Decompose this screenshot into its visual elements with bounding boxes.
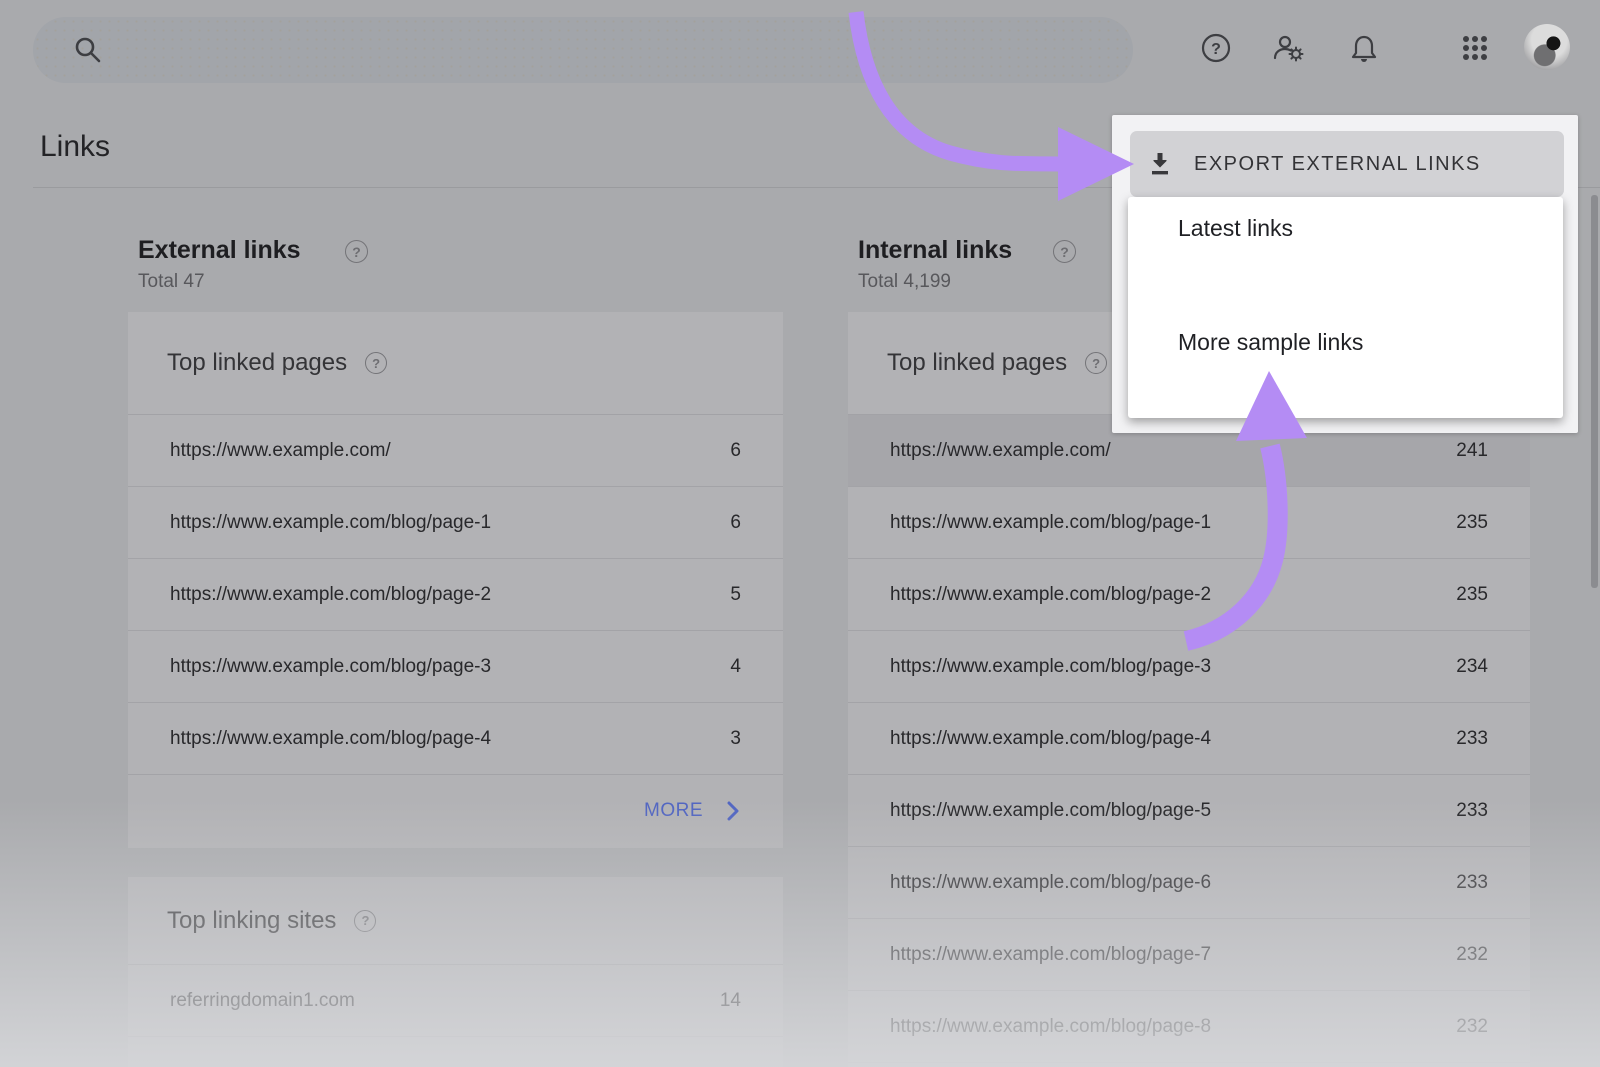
links-count: 233 xyxy=(1456,728,1488,750)
table-row[interactable]: https://www.example.com/blog/page-6 233 xyxy=(848,847,1530,919)
links-count: 6 xyxy=(730,512,741,534)
export-spotlight-panel: EXPORT EXTERNAL LINKS More sample links L… xyxy=(1112,115,1578,433)
table-row[interactable]: https://www.example.com/blog/page-1 6 xyxy=(128,487,783,559)
table-row[interactable]: https://www.example.com/blog/page-2 235 xyxy=(848,559,1530,631)
search-icon xyxy=(73,35,103,65)
linked-page-url: https://www.example.com/blog/page-4 xyxy=(170,728,491,750)
user-settings-button[interactable] xyxy=(1264,0,1312,96)
card-help-icon[interactable]: ? xyxy=(1085,352,1107,374)
bell-icon xyxy=(1348,32,1380,64)
table-row[interactable]: https://www.example.com/blog/page-2 5 xyxy=(128,559,783,631)
internal-rows: https://www.example.com/ 241 https://www… xyxy=(848,415,1530,1063)
links-count: 5 xyxy=(730,584,741,606)
avatar[interactable] xyxy=(1524,24,1570,70)
links-count: 232 xyxy=(1456,944,1488,966)
card-title: Top linking sites xyxy=(167,907,336,935)
table-row[interactable]: https://www.example.com/blog/page-1 235 xyxy=(848,487,1530,559)
linked-page-url: https://www.example.com/blog/page-3 xyxy=(890,656,1211,678)
linked-page-url: https://www.example.com/blog/page-7 xyxy=(890,944,1211,966)
linked-page-url: https://www.example.com/blog/page-3 xyxy=(170,656,491,678)
links-count: 4 xyxy=(730,656,741,678)
external-links-heading: External links xyxy=(138,236,301,265)
more-link[interactable]: MORE xyxy=(128,775,783,847)
internal-links-total: Total 4,199 xyxy=(858,271,951,293)
external-links-help-icon[interactable]: ? xyxy=(345,240,368,263)
links-count: 233 xyxy=(1456,872,1488,894)
links-count: 241 xyxy=(1456,440,1488,462)
help-icon: ? xyxy=(1200,32,1232,64)
linked-page-url: https://www.example.com/blog/page-1 xyxy=(890,512,1211,534)
card-header: Top linked pages ? xyxy=(128,312,783,415)
external-links-total: Total 47 xyxy=(138,271,205,293)
export-external-links-button[interactable]: EXPORT EXTERNAL LINKS xyxy=(1130,131,1564,197)
links-count: 6 xyxy=(730,440,741,462)
chevron-right-icon xyxy=(727,801,739,821)
linking-site-domain: referringdomain1.com xyxy=(170,990,355,1012)
svg-text:?: ? xyxy=(1211,41,1221,58)
help-button[interactable]: ? xyxy=(1192,0,1240,96)
linking-sites-rows: referringdomain1.com 14 xyxy=(128,965,783,1037)
table-row[interactable]: referringdomain1.com 14 xyxy=(128,965,783,1037)
user-settings-icon xyxy=(1271,31,1305,65)
links-count: 232 xyxy=(1456,1016,1488,1038)
export-dropdown-menu: More sample links Latest links xyxy=(1128,197,1563,418)
download-icon xyxy=(1146,150,1174,178)
table-row[interactable]: https://www.example.com/blog/page-5 233 xyxy=(848,775,1530,847)
card-title: Top linked pages xyxy=(167,349,347,377)
external-rows: https://www.example.com/ 6 https://www.e… xyxy=(128,415,783,775)
links-count: 3 xyxy=(730,728,741,750)
search-input[interactable] xyxy=(33,17,1133,83)
links-count: 235 xyxy=(1456,512,1488,534)
linked-page-url: https://www.example.com/ xyxy=(890,440,1111,462)
linked-page-url: https://www.example.com/ xyxy=(170,440,391,462)
table-row[interactable]: https://www.example.com/blog/page-4 233 xyxy=(848,703,1530,775)
linked-page-url: https://www.example.com/blog/page-2 xyxy=(170,584,491,606)
card-help-icon[interactable]: ? xyxy=(354,910,376,932)
table-row[interactable]: https://www.example.com/ 6 xyxy=(128,415,783,487)
linked-page-url: https://www.example.com/blog/page-4 xyxy=(890,728,1211,750)
export-menu-item[interactable]: More sample links xyxy=(1128,311,1563,373)
linked-page-url: https://www.example.com/blog/page-8 xyxy=(890,1016,1211,1038)
internal-links-help-icon[interactable]: ? xyxy=(1053,240,1076,263)
notifications-button[interactable] xyxy=(1340,0,1388,96)
linked-page-url: https://www.example.com/blog/page-6 xyxy=(890,872,1211,894)
scrollbar-thumb[interactable] xyxy=(1591,195,1598,588)
linked-page-url: https://www.example.com/blog/page-1 xyxy=(170,512,491,534)
top-linking-sites-card: Top linking sites ? referringdomain1.com… xyxy=(128,877,783,1067)
external-top-linked-pages-card: Top linked pages ? https://www.example.c… xyxy=(128,312,783,848)
links-count: 234 xyxy=(1456,656,1488,678)
export-button-label: EXPORT EXTERNAL LINKS xyxy=(1194,153,1481,176)
card-header: Top linking sites ? xyxy=(128,877,783,965)
links-count: 233 xyxy=(1456,800,1488,822)
table-row[interactable]: https://www.example.com/blog/page-4 3 xyxy=(128,703,783,775)
internal-links-heading: Internal links xyxy=(858,236,1012,265)
linked-page-url: https://www.example.com/blog/page-2 xyxy=(890,584,1211,606)
page-title: Links xyxy=(40,130,110,164)
links-count: 14 xyxy=(720,990,741,1012)
linked-page-url: https://www.example.com/blog/page-5 xyxy=(890,800,1211,822)
apps-grid-icon xyxy=(1459,32,1491,64)
apps-grid-button[interactable] xyxy=(1451,0,1499,96)
table-row[interactable]: https://www.example.com/blog/page-8 232 xyxy=(848,991,1530,1063)
table-row[interactable]: https://www.example.com/blog/page-3 234 xyxy=(848,631,1530,703)
table-row[interactable]: https://www.example.com/blog/page-7 232 xyxy=(848,919,1530,991)
links-count: 235 xyxy=(1456,584,1488,606)
table-row[interactable]: https://www.example.com/blog/page-3 4 xyxy=(128,631,783,703)
card-help-icon[interactable]: ? xyxy=(365,352,387,374)
card-title: Top linked pages xyxy=(887,349,1067,377)
more-label: MORE xyxy=(644,800,703,822)
export-menu-item[interactable]: Latest links xyxy=(1128,197,1563,259)
